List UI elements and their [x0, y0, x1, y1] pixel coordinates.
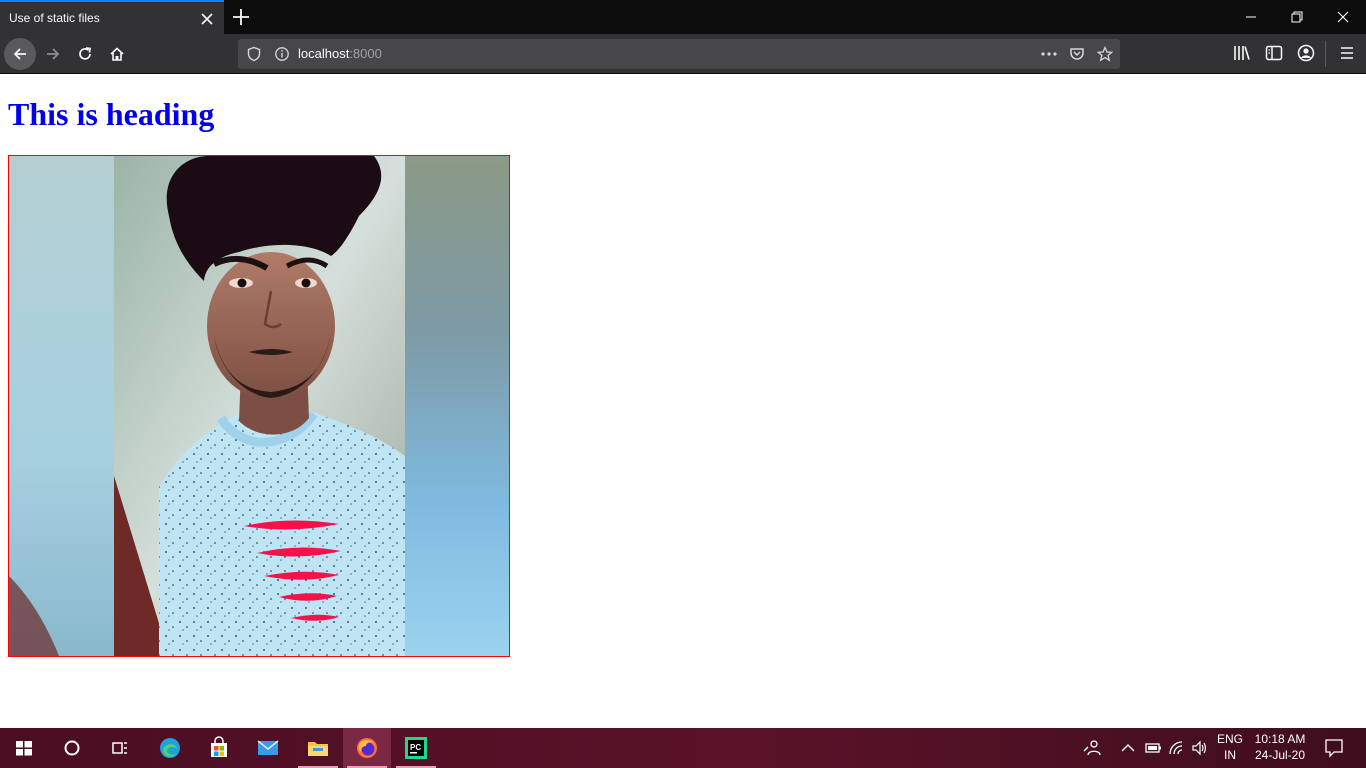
tab-title: Use of static files	[9, 11, 100, 25]
reload-icon[interactable]	[69, 38, 101, 70]
bookmark-star-icon[interactable]	[1096, 45, 1114, 66]
wifi-icon[interactable]	[1165, 728, 1189, 768]
hamburger-menu-icon[interactable]	[1337, 43, 1359, 65]
tab-active[interactable]: Use of static files	[0, 0, 224, 34]
firefox-icon[interactable]	[343, 728, 391, 768]
clock-time: 10:18 AM	[1254, 732, 1306, 746]
address-bar[interactable]: localhost:8000	[238, 39, 1120, 69]
task-view-icon[interactable]	[96, 728, 144, 768]
page-heading: This is heading	[8, 96, 215, 132]
language-line1: ENG	[1216, 732, 1243, 746]
url-host: localhost	[298, 46, 350, 61]
language-line2: IN	[1224, 748, 1236, 762]
show-hidden-icons-chevron-icon[interactable]	[1116, 728, 1140, 768]
new-tab-plus-icon[interactable]	[230, 6, 252, 28]
cortana-search-icon[interactable]	[48, 728, 96, 768]
forward-arrow-icon[interactable]	[37, 38, 69, 70]
battery-icon[interactable]	[1141, 728, 1165, 768]
mail-icon[interactable]	[244, 728, 292, 768]
navigation-toolbar: localhost:8000	[0, 34, 1366, 74]
site-info-icon[interactable]	[274, 46, 290, 66]
close-window-icon[interactable]	[1320, 0, 1366, 34]
portrait-photo	[8, 155, 510, 657]
toolbar-divider	[1325, 41, 1326, 67]
minimize-window-icon[interactable]	[1228, 0, 1274, 34]
microsoft-store-icon[interactable]	[195, 728, 243, 768]
input-language[interactable]: ENG IN	[1214, 732, 1246, 762]
portrait-photo-drawing	[9, 156, 509, 656]
restore-window-icon[interactable]	[1274, 0, 1320, 34]
people-icon[interactable]	[1076, 728, 1108, 768]
home-icon[interactable]	[101, 38, 133, 70]
tab-strip: Use of static files	[0, 0, 1366, 34]
sidebar-icon[interactable]	[1264, 43, 1286, 65]
windows-taskbar: PC ENG IN 10:18 AM 24-Jul-20	[0, 728, 1366, 768]
clock[interactable]: 10:18 AM 24-Jul-20	[1250, 732, 1310, 762]
back-arrow-icon[interactable]	[4, 38, 36, 70]
svg-text:PC: PC	[410, 743, 421, 752]
clock-date: 24-Jul-20	[1254, 748, 1306, 762]
url-port: :8000	[349, 46, 382, 61]
action-center-notification-icon[interactable]	[1318, 728, 1350, 768]
library-icon[interactable]	[1232, 43, 1254, 65]
file-explorer-icon[interactable]	[294, 728, 342, 768]
web-page-content: This is heading	[0, 74, 1366, 728]
tracking-shield-icon[interactable]	[246, 46, 262, 66]
pycharm-icon[interactable]: PC	[392, 728, 440, 768]
edge-browser-icon[interactable]	[146, 728, 194, 768]
pocket-icon[interactable]	[1069, 46, 1085, 66]
url-text[interactable]: localhost:8000	[298, 46, 382, 61]
tab-close-icon[interactable]	[198, 10, 216, 28]
windows-start-icon[interactable]	[0, 728, 48, 768]
page-actions-more-icon[interactable]	[1040, 46, 1058, 66]
account-icon[interactable]	[1296, 43, 1318, 65]
volume-icon[interactable]	[1189, 728, 1213, 768]
